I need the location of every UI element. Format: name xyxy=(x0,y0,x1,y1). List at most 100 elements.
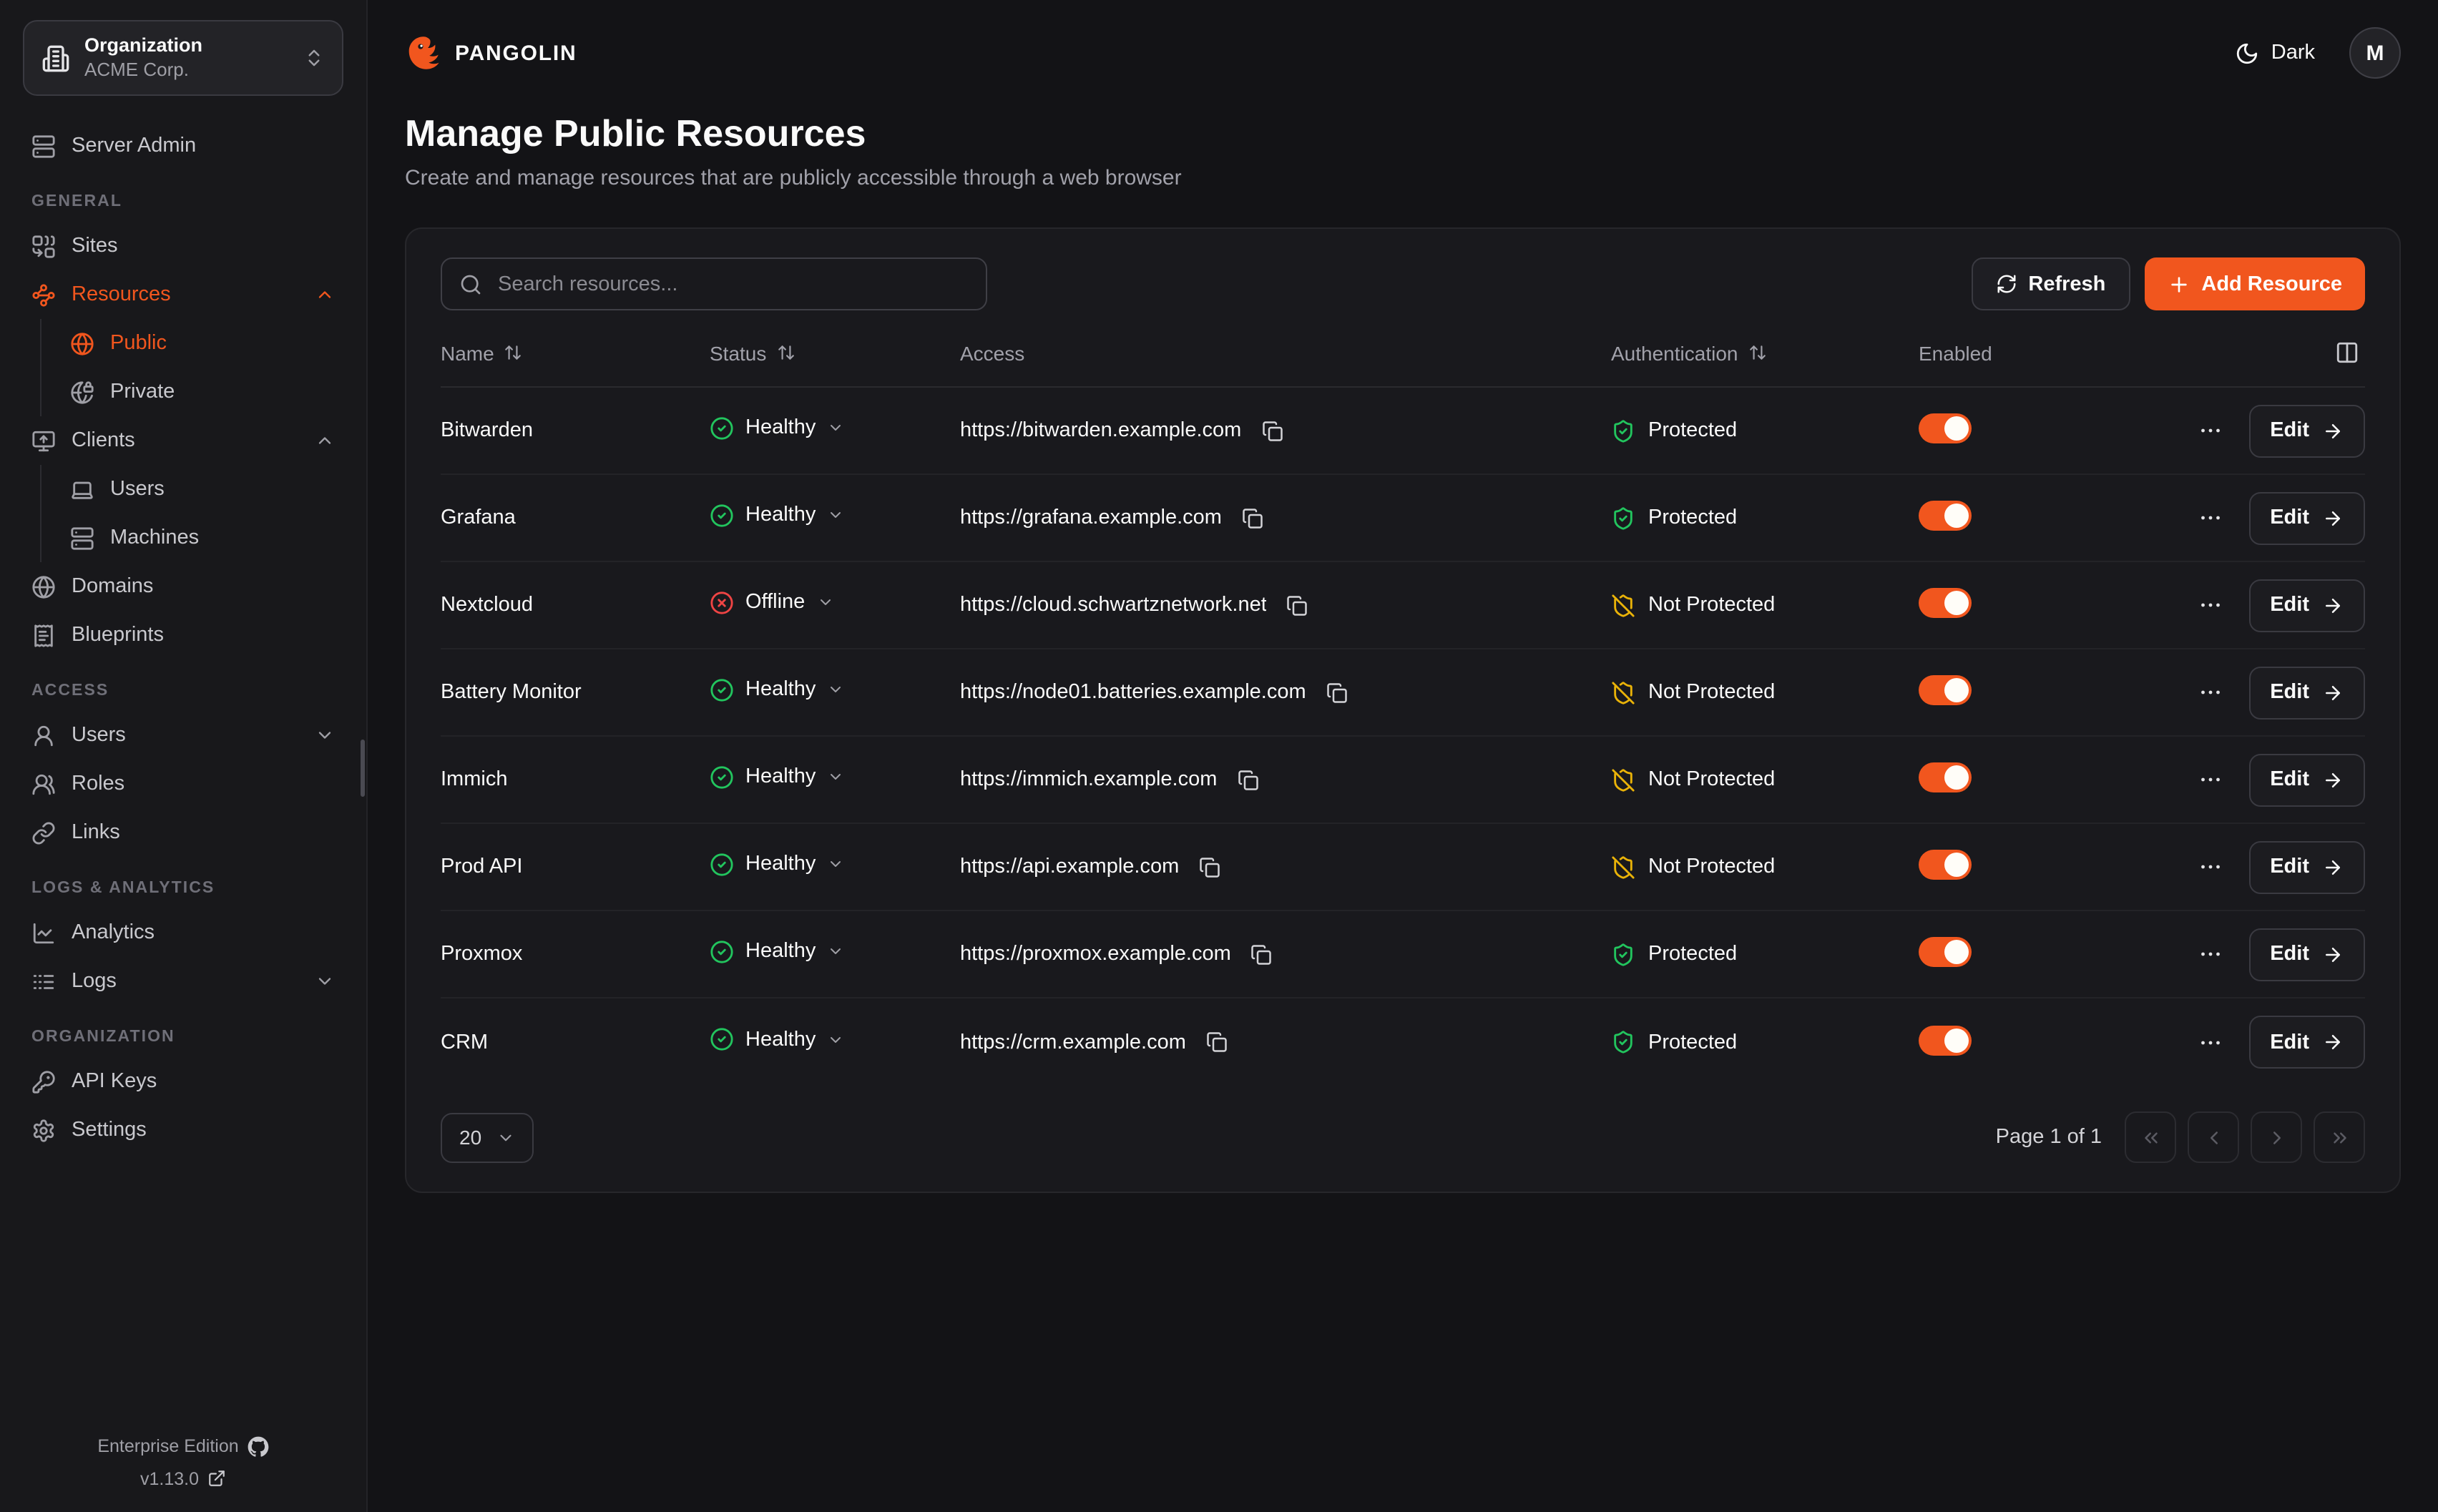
sidebar-item-settings[interactable]: Settings xyxy=(23,1106,343,1154)
sidebar-item-blueprints[interactable]: Blueprints xyxy=(23,611,343,659)
sort-icon[interactable] xyxy=(776,343,795,362)
row-menu-button[interactable] xyxy=(2191,499,2228,536)
status-icon xyxy=(710,677,734,702)
last-page-button[interactable] xyxy=(2314,1111,2365,1163)
enabled-toggle[interactable] xyxy=(1919,937,1972,967)
page-title: Manage Public Resources xyxy=(405,112,2401,156)
copy-url-button[interactable] xyxy=(1193,850,1226,883)
row-menu-button[interactable] xyxy=(2191,586,2228,624)
status-dropdown[interactable]: Healthy xyxy=(710,677,844,702)
edit-button[interactable]: Edit xyxy=(2248,1016,2365,1069)
status-dropdown[interactable]: Healthy xyxy=(710,852,844,876)
page-size-select[interactable]: 20 xyxy=(441,1112,533,1162)
sidebar-item-clients[interactable]: Clients xyxy=(23,416,343,465)
edit-button[interactable]: Edit xyxy=(2248,404,2365,457)
sidebar-scrollbar-thumb[interactable] xyxy=(361,740,365,797)
enabled-toggle[interactable] xyxy=(1919,850,1972,880)
edit-button[interactable]: Edit xyxy=(2248,491,2365,544)
resource-url[interactable]: https://proxmox.example.com xyxy=(960,943,1231,966)
enabled-toggle[interactable] xyxy=(1919,1025,1972,1055)
enabled-toggle[interactable] xyxy=(1919,675,1972,705)
add-resource-button[interactable]: Add Resource xyxy=(2144,257,2365,310)
resource-url[interactable]: https://node01.batteries.example.com xyxy=(960,681,1306,704)
resource-url[interactable]: https://crm.example.com xyxy=(960,1031,1186,1054)
sidebar-item-api-keys[interactable]: API Keys xyxy=(23,1057,343,1106)
sort-icon[interactable] xyxy=(504,343,523,362)
brand[interactable]: PANGOLIN xyxy=(405,34,577,72)
combine-icon xyxy=(31,234,56,258)
row-menu-button[interactable] xyxy=(2191,848,2228,885)
status-dropdown[interactable]: Offline xyxy=(710,590,833,614)
resource-url[interactable]: https://bitwarden.example.com xyxy=(960,419,1241,442)
enabled-toggle[interactable] xyxy=(1919,501,1972,531)
sidebar-item-machines[interactable]: Machines xyxy=(62,514,343,562)
status-dropdown[interactable]: Healthy xyxy=(710,1027,844,1051)
refresh-button[interactable]: Refresh xyxy=(1971,257,2130,310)
status-dropdown[interactable]: Healthy xyxy=(710,939,844,963)
row-menu-button[interactable] xyxy=(2191,412,2228,449)
previous-page-button[interactable] xyxy=(2188,1111,2239,1163)
sidebar-item-links[interactable]: Links xyxy=(23,808,343,857)
resource-url[interactable]: https://immich.example.com xyxy=(960,768,1217,791)
edit-button[interactable]: Edit xyxy=(2248,666,2365,719)
avatar[interactable]: M xyxy=(2349,27,2401,79)
enabled-toggle[interactable] xyxy=(1919,413,1972,443)
sidebar-item-roles[interactable]: Roles xyxy=(23,760,343,808)
sidebar-item-logs[interactable]: Logs xyxy=(23,957,343,1006)
status-dropdown[interactable]: Healthy xyxy=(710,765,844,789)
chevron-down-icon xyxy=(827,943,844,960)
sidebar-item-client-users[interactable]: Users xyxy=(62,465,343,514)
sidebar-item-label: Analytics xyxy=(72,921,155,944)
edit-label: Edit xyxy=(2270,594,2309,617)
status-dropdown[interactable]: Healthy xyxy=(710,416,844,440)
sidebar-item-public[interactable]: Public xyxy=(62,319,343,368)
edit-button[interactable]: Edit xyxy=(2248,579,2365,632)
copy-url-button[interactable] xyxy=(1255,414,1288,447)
sidebar-item-domains[interactable]: Domains xyxy=(23,562,343,611)
ellipsis-icon xyxy=(2197,505,2223,531)
enabled-toggle[interactable] xyxy=(1919,588,1972,618)
pager: Page 1 of 1 xyxy=(1996,1111,2365,1163)
copy-url-button[interactable] xyxy=(1281,589,1314,622)
page-subtitle: Create and manage resources that are pub… xyxy=(405,166,2401,190)
sidebar-item-users[interactable]: Users xyxy=(23,711,343,760)
theme-toggle-button[interactable]: Dark xyxy=(2227,39,2324,67)
resource-url[interactable]: https://cloud.schwartznetwork.net xyxy=(960,594,1267,617)
row-menu-button[interactable] xyxy=(2191,761,2228,798)
github-icon[interactable] xyxy=(248,1436,269,1458)
copy-url-button[interactable] xyxy=(1231,763,1264,796)
next-page-button[interactable] xyxy=(2251,1111,2302,1163)
row-menu-button[interactable] xyxy=(2191,1023,2228,1061)
resource-url[interactable]: https://grafana.example.com xyxy=(960,506,1222,529)
resource-url[interactable]: https://api.example.com xyxy=(960,855,1179,878)
org-selector[interactable]: Organization ACME Corp. xyxy=(23,20,343,96)
row-menu-button[interactable] xyxy=(2191,936,2228,973)
sidebar-item-analytics[interactable]: Analytics xyxy=(23,908,343,957)
sort-icon[interactable] xyxy=(1748,343,1766,362)
sidebar-item-sites[interactable]: Sites xyxy=(23,222,343,270)
external-link-icon[interactable] xyxy=(207,1470,226,1488)
copy-url-button[interactable] xyxy=(1236,501,1269,534)
building-icon xyxy=(41,44,70,72)
copy-url-button[interactable] xyxy=(1321,676,1353,709)
edit-button[interactable]: Edit xyxy=(2248,928,2365,981)
copy-url-button[interactable] xyxy=(1200,1026,1233,1059)
edit-button[interactable]: Edit xyxy=(2248,753,2365,806)
card-footer: 20 Page 1 of 1 xyxy=(441,1086,2365,1163)
chevron-down-icon xyxy=(827,681,844,698)
auth-label: Protected xyxy=(1648,943,1737,966)
arrow-right-icon xyxy=(2322,420,2344,441)
status-dropdown[interactable]: Healthy xyxy=(710,503,844,527)
column-settings-button[interactable] xyxy=(2329,335,2365,370)
search-input[interactable] xyxy=(495,271,969,297)
row-menu-button[interactable] xyxy=(2191,674,2228,711)
first-page-button[interactable] xyxy=(2125,1111,2176,1163)
copy-url-button[interactable] xyxy=(1245,938,1278,971)
sidebar-item-server-admin[interactable]: Server Admin xyxy=(23,122,343,170)
sidebar-item-resources[interactable]: Resources xyxy=(23,270,343,319)
enabled-toggle[interactable] xyxy=(1919,762,1972,792)
chevron-down-icon xyxy=(827,506,844,524)
edit-button[interactable]: Edit xyxy=(2248,840,2365,893)
sidebar-item-private[interactable]: Private xyxy=(62,368,343,416)
key-icon xyxy=(31,1069,56,1094)
